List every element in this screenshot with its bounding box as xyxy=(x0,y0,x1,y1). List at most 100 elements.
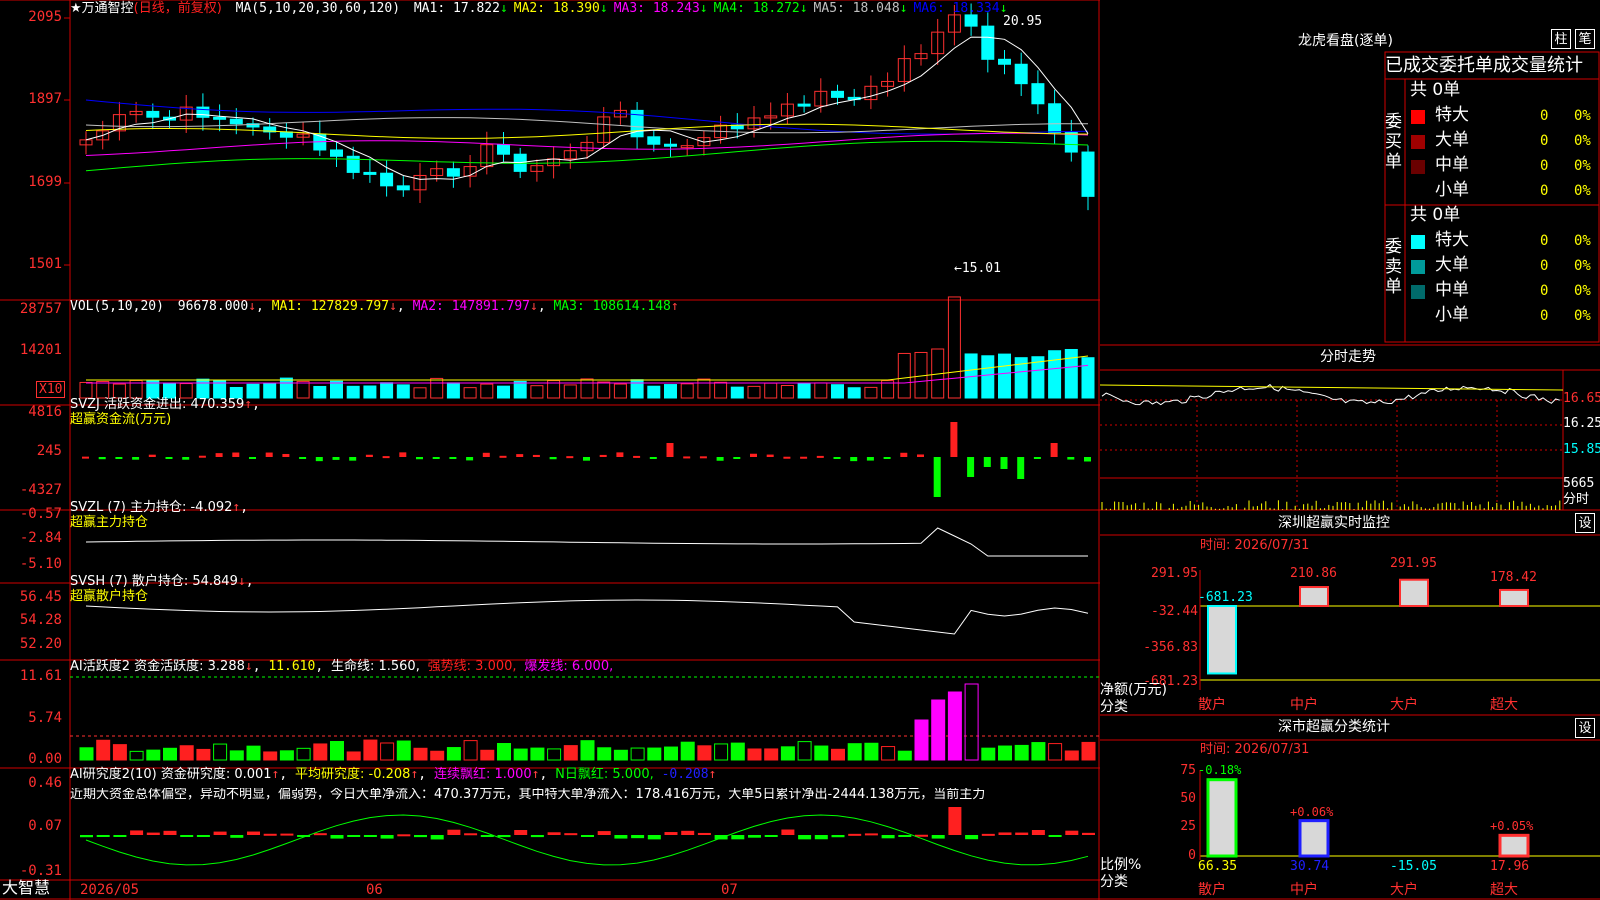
svzj-bar xyxy=(532,454,540,457)
volume-bar xyxy=(580,378,594,399)
candle xyxy=(647,136,661,145)
ai1-bar xyxy=(1031,742,1046,761)
svzj-bar xyxy=(683,456,691,459)
vol-unit-badge: X10 xyxy=(36,381,66,398)
order-type-label: 中单 xyxy=(1435,155,1469,175)
tick-mode-button[interactable]: 笔 xyxy=(1575,29,1595,49)
ai2-bar xyxy=(898,835,912,837)
svzj-bar xyxy=(132,457,140,460)
svzl-line xyxy=(85,527,1088,557)
volume-bar xyxy=(613,383,627,399)
volume-bar xyxy=(530,385,544,399)
ai1-bar xyxy=(730,742,745,761)
sz-class-category: 中户 xyxy=(1290,882,1318,898)
sz-monitor-title: 深圳超赢实时监控 xyxy=(1278,515,1390,531)
sz-class-axis-1: 75 xyxy=(1180,763,1196,778)
order-color-swatch xyxy=(1411,135,1425,149)
buy-orders-label: 委买单 xyxy=(1385,112,1402,172)
ma-legend: MA1: 17.822↓ MA2: 18.390↓ MA3: 18.243↓ MA4:… xyxy=(413,1,1008,16)
volume-bar xyxy=(246,383,260,399)
ai2-bar xyxy=(347,835,361,837)
candle xyxy=(330,149,343,157)
candle xyxy=(964,14,978,27)
order-type-label: 特大 xyxy=(1435,230,1469,250)
ai1-bar xyxy=(146,749,161,761)
svzj-bar xyxy=(900,452,908,457)
svzj-bar xyxy=(633,455,641,458)
date-label-1: 2026/05 xyxy=(80,882,140,898)
ai1-bar xyxy=(814,745,829,761)
sz-monitor-category: 散户 xyxy=(1198,697,1226,713)
svzj-axis-3: -4327 xyxy=(19,482,62,498)
order-type-label: 特大 xyxy=(1435,105,1469,125)
ma-legend-item: MA4: 18.272 xyxy=(713,1,800,16)
sz-monitor-axis-2: -32.44 xyxy=(1151,604,1198,619)
svzj-bar xyxy=(850,457,858,462)
ai2-bar xyxy=(113,835,127,837)
volume-bar xyxy=(864,386,878,399)
sz-monitor-value-label: 210.86 xyxy=(1290,566,1337,581)
svzj-bar xyxy=(1084,457,1091,462)
order-count: 0 xyxy=(1540,133,1549,149)
order-color-swatch xyxy=(1411,310,1425,324)
volume-bar xyxy=(797,383,811,399)
brand-label: 大智慧 xyxy=(2,878,51,897)
candle xyxy=(396,185,410,191)
volume-bar xyxy=(1048,350,1062,399)
candle xyxy=(229,118,243,125)
sz-monitor-value-label: 291.95 xyxy=(1390,556,1437,571)
stock-name: 万通智控 xyxy=(81,1,134,16)
svzj-bar xyxy=(249,457,256,459)
sz-monitor-value-label: 178.42 xyxy=(1490,570,1537,585)
ai2-line xyxy=(85,814,1089,866)
order-percent: 0% xyxy=(1574,133,1591,149)
stock-name-label: ★ xyxy=(70,1,82,16)
ai1-bar xyxy=(998,745,1012,761)
candle xyxy=(831,90,844,98)
svzj-bar xyxy=(315,457,323,462)
ai2-bar xyxy=(263,833,277,836)
fenshi-axis-5: 分时 xyxy=(1563,492,1590,507)
svzj-bar xyxy=(800,456,808,459)
candle xyxy=(497,144,510,155)
sz-monitor-bar xyxy=(1499,588,1529,607)
kline-header: ★万通智控(日线，前复权) MA(5,10,20,30,60,120) MA1:… xyxy=(70,2,1007,15)
ai1-bar xyxy=(129,750,144,761)
candle xyxy=(1031,83,1045,105)
volume-bar xyxy=(396,384,410,399)
candle xyxy=(446,168,460,177)
sz-monitor-settings-button[interactable]: 设 xyxy=(1575,513,1595,533)
ai1-bar xyxy=(497,743,511,761)
volume-bar xyxy=(747,385,761,399)
svsh-header: SVSH (7) 散户持仓: 54.849↓, xyxy=(70,574,254,589)
ai1-bar xyxy=(296,747,311,761)
sz-monitor-bar xyxy=(1399,578,1429,607)
ai2-bar xyxy=(96,835,110,837)
ai1-bar xyxy=(1014,744,1029,761)
sell-orders-label: 委卖单 xyxy=(1385,237,1402,297)
svzj-bar xyxy=(1000,457,1008,469)
sz-class-axis-3: 25 xyxy=(1180,819,1196,834)
sz-class-xlabel: 分类 xyxy=(1100,874,1128,890)
svzj-bar xyxy=(115,457,123,459)
sz-class-settings-button[interactable]: 设 xyxy=(1575,718,1595,738)
sz-monitor-bar xyxy=(1207,605,1237,675)
ai2-bar xyxy=(764,835,778,837)
order-percent: 0% xyxy=(1574,158,1591,174)
ai2-bar xyxy=(798,835,812,840)
sz-class-value-label: 17.96 xyxy=(1490,859,1530,874)
candle xyxy=(981,25,995,60)
volume-bar xyxy=(714,381,728,399)
ai1-bar xyxy=(1081,741,1096,761)
svzj-bar xyxy=(432,457,440,459)
price-high-annot: 20.95 xyxy=(1003,14,1043,29)
ai1-bar xyxy=(563,745,578,761)
volume-bar xyxy=(96,380,110,399)
ai1-bar xyxy=(647,747,662,761)
bar-mode-button[interactable]: 柱 xyxy=(1551,29,1571,49)
ai1-bar xyxy=(580,740,595,761)
sz-class-change-label: -0.18% xyxy=(1198,763,1242,777)
svzj-bar xyxy=(750,453,757,457)
ai2-bar xyxy=(981,833,995,836)
ai2-bar xyxy=(397,834,411,837)
